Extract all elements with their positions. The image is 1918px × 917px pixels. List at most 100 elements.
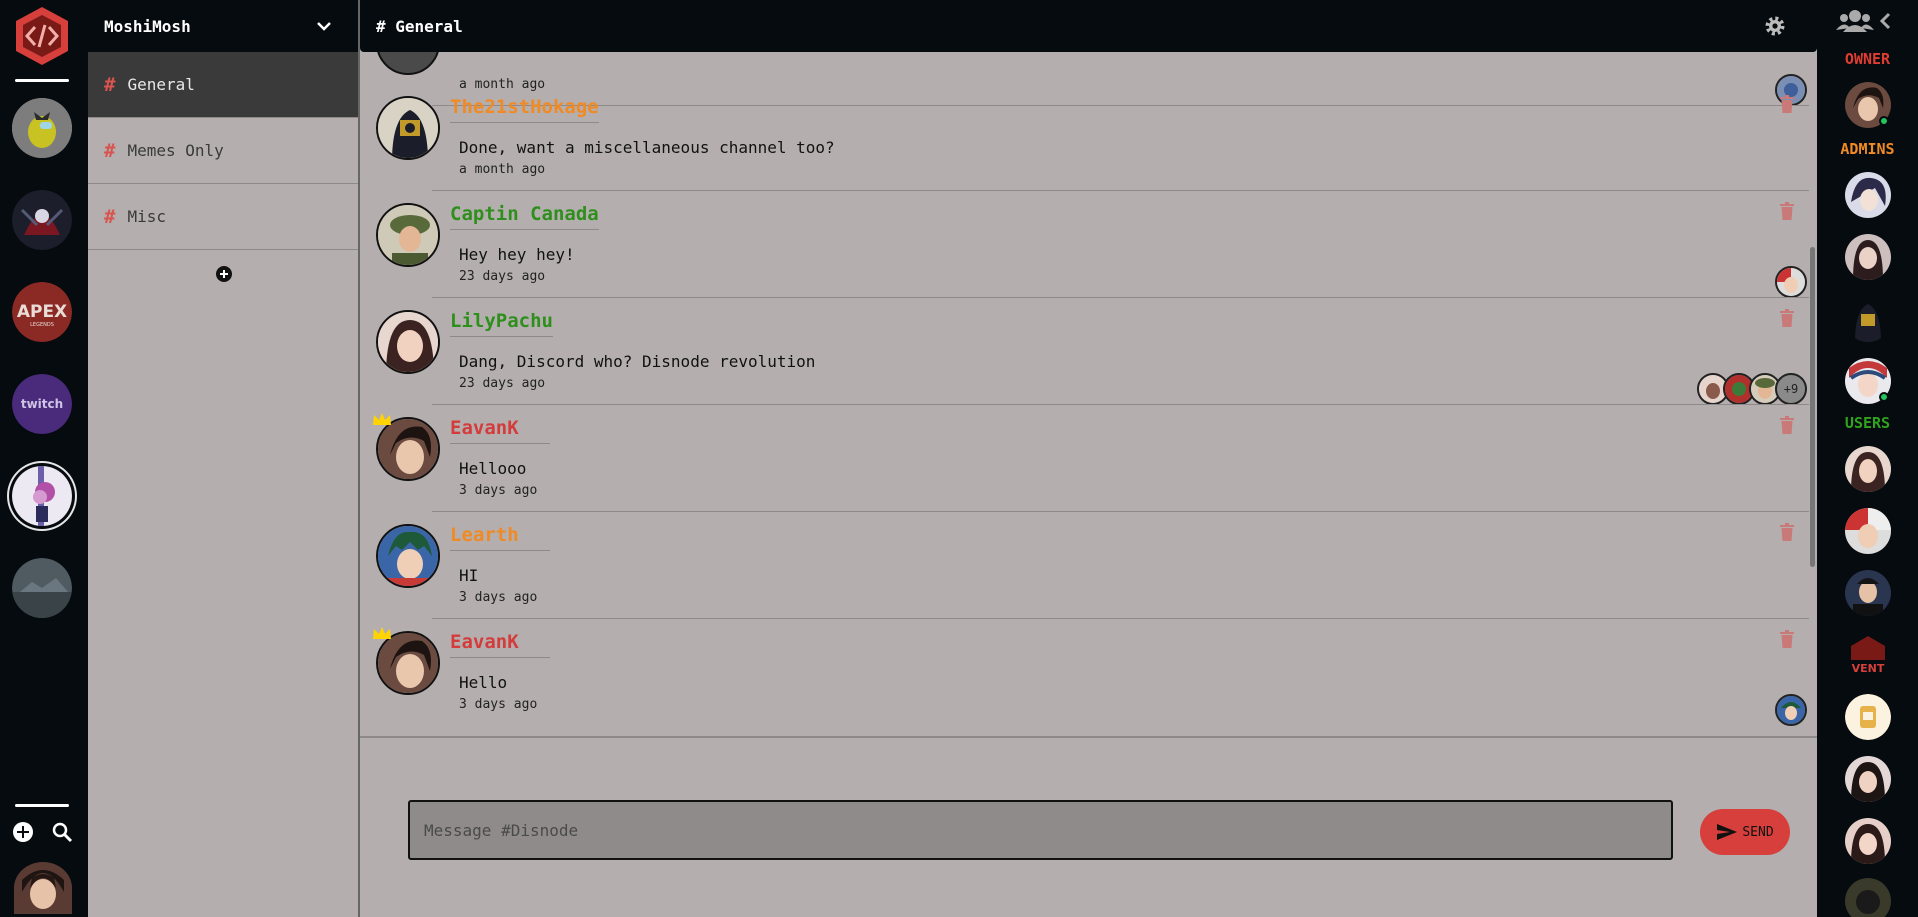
message-time: a month ago: [459, 162, 546, 177]
trash-icon[interactable]: [1779, 629, 1795, 649]
hash-icon: #: [104, 205, 116, 228]
users-icon[interactable]: [1835, 8, 1895, 34]
role-users: USERS: [1844, 414, 1891, 432]
server-icon-apex[interactable]: APEX LEGENDS: [12, 282, 72, 342]
rail-divider: [15, 79, 69, 82]
server-name: MoshiMosh: [104, 16, 191, 36]
trash-icon[interactable]: [1779, 94, 1795, 114]
channel-misc[interactable]: # Misc: [88, 184, 358, 250]
send-label: SEND: [1742, 824, 1774, 840]
member-avatar[interactable]: [1845, 234, 1891, 280]
message-time: 23 days ago: [459, 269, 546, 284]
trash-icon[interactable]: [1779, 308, 1795, 328]
trash-icon[interactable]: [1779, 415, 1795, 435]
avatar[interactable]: [376, 52, 440, 75]
member-avatar[interactable]: [1845, 756, 1891, 802]
plus-circle-icon[interactable]: [11, 820, 35, 844]
member-avatar[interactable]: [1845, 694, 1891, 740]
gear-icon[interactable]: [1763, 14, 1787, 38]
add-channel-icon[interactable]: [216, 266, 232, 282]
member-list: OWNER ADMINS USERS VENT: [1817, 0, 1918, 917]
rail-divider-bottom: [15, 804, 69, 807]
message-author[interactable]: EavanK: [450, 417, 550, 444]
crown-icon: [373, 413, 391, 425]
send-button[interactable]: SEND: [1700, 809, 1790, 855]
member-avatar[interactable]: [1845, 570, 1891, 616]
member-avatar[interactable]: [1845, 358, 1891, 404]
channel-label: Memes Only: [127, 141, 224, 160]
channel-general[interactable]: # General: [88, 52, 358, 118]
message-author[interactable]: LilyPachu: [450, 310, 553, 337]
chat-area: # General a month ago The21stHokage Done…: [360, 0, 1817, 917]
message-text: Dang, Discord who? Disnode revolution: [459, 352, 816, 371]
scrollbar[interactable]: [1810, 247, 1815, 567]
online-status-dot: [1879, 116, 1889, 126]
member-avatar[interactable]: [1845, 818, 1891, 864]
avatar[interactable]: [376, 524, 440, 588]
message-input[interactable]: [408, 800, 1673, 860]
member-avatar[interactable]: [1845, 446, 1891, 492]
message-text: Hello: [459, 673, 508, 692]
message-text: Done, want a miscellaneous channel too?: [459, 138, 835, 157]
channel-title: # General: [376, 16, 463, 36]
server-icon-foggy[interactable]: [12, 558, 72, 618]
message-author[interactable]: EavanK: [450, 631, 550, 658]
message-list: a month ago The21stHokage Done, want a m…: [360, 52, 1817, 738]
member-avatar[interactable]: [1845, 82, 1891, 128]
message-author[interactable]: Captin Canada: [450, 203, 599, 230]
message-text: HI: [459, 566, 479, 585]
channel-memes-only[interactable]: # Memes Only: [88, 118, 358, 184]
online-status-dot: [1879, 392, 1889, 402]
message-time: 3 days ago: [459, 697, 538, 712]
message: EavanK Hello 3 days ago: [360, 619, 1817, 726]
trash-icon[interactable]: [1779, 201, 1795, 221]
reaction-avatar[interactable]: [1775, 694, 1807, 726]
message-text: Hey hey hey!: [459, 245, 575, 264]
channel-label: General: [127, 75, 195, 94]
message-time: 23 days ago: [459, 376, 546, 391]
avatar[interactable]: [376, 96, 440, 160]
chat-header: # General: [360, 0, 1817, 52]
message-author[interactable]: The21stHokage: [450, 96, 599, 123]
channel-panel: MoshiMosh # General # Memes Only # Misc: [88, 0, 360, 917]
code-brackets-hexagon-icon[interactable]: [13, 5, 71, 67]
reactions[interactable]: [1775, 694, 1807, 726]
reaction-avatar[interactable]: [1775, 266, 1807, 298]
server-icon-dark-art[interactable]: [12, 190, 72, 250]
message: The21stHokage Done, want a miscellaneous…: [360, 84, 1817, 191]
chevron-down-icon[interactable]: [316, 20, 332, 32]
reaction-more-count[interactable]: +9: [1775, 373, 1807, 405]
server-header[interactable]: MoshiMosh: [88, 0, 358, 52]
member-avatar[interactable]: [1845, 878, 1891, 917]
reactions[interactable]: [1775, 266, 1807, 298]
message: Captin Canada Hey hey hey! 23 days ago: [360, 191, 1817, 298]
message: Learth HI 3 days ago: [360, 512, 1817, 619]
message-time: 3 days ago: [459, 483, 538, 498]
role-admins: ADMINS: [1840, 140, 1895, 158]
svg-text:VENT: VENT: [1852, 662, 1885, 675]
role-owner: OWNER: [1844, 50, 1891, 68]
hash-icon: #: [104, 73, 116, 96]
member-avatar[interactable]: [1845, 172, 1891, 218]
svg-text:APEX: APEX: [17, 302, 67, 322]
channel-label: Misc: [127, 207, 166, 226]
svg-text:twitch: twitch: [21, 397, 63, 411]
search-icon[interactable]: [50, 820, 74, 844]
server-icon-active[interactable]: [12, 466, 72, 526]
member-avatar[interactable]: VENT: [1845, 632, 1891, 678]
server-icon-twitch[interactable]: twitch: [12, 374, 72, 434]
avatar[interactable]: [376, 310, 440, 374]
hash-icon: #: [104, 139, 116, 162]
reactions[interactable]: +9: [1697, 373, 1807, 405]
server-icon-among-us[interactable]: [12, 98, 72, 158]
trash-icon[interactable]: [1779, 522, 1795, 542]
member-avatar[interactable]: [1845, 508, 1891, 554]
send-icon: [1717, 824, 1738, 840]
avatar[interactable]: [376, 203, 440, 267]
message-author[interactable]: Learth: [450, 524, 550, 551]
avatar[interactable]: [14, 862, 72, 914]
message: LilyPachu Dang, Discord who? Disnode rev…: [360, 298, 1817, 405]
message-time: 3 days ago: [459, 590, 538, 605]
crown-icon: [373, 627, 391, 639]
member-avatar[interactable]: [1845, 296, 1891, 342]
